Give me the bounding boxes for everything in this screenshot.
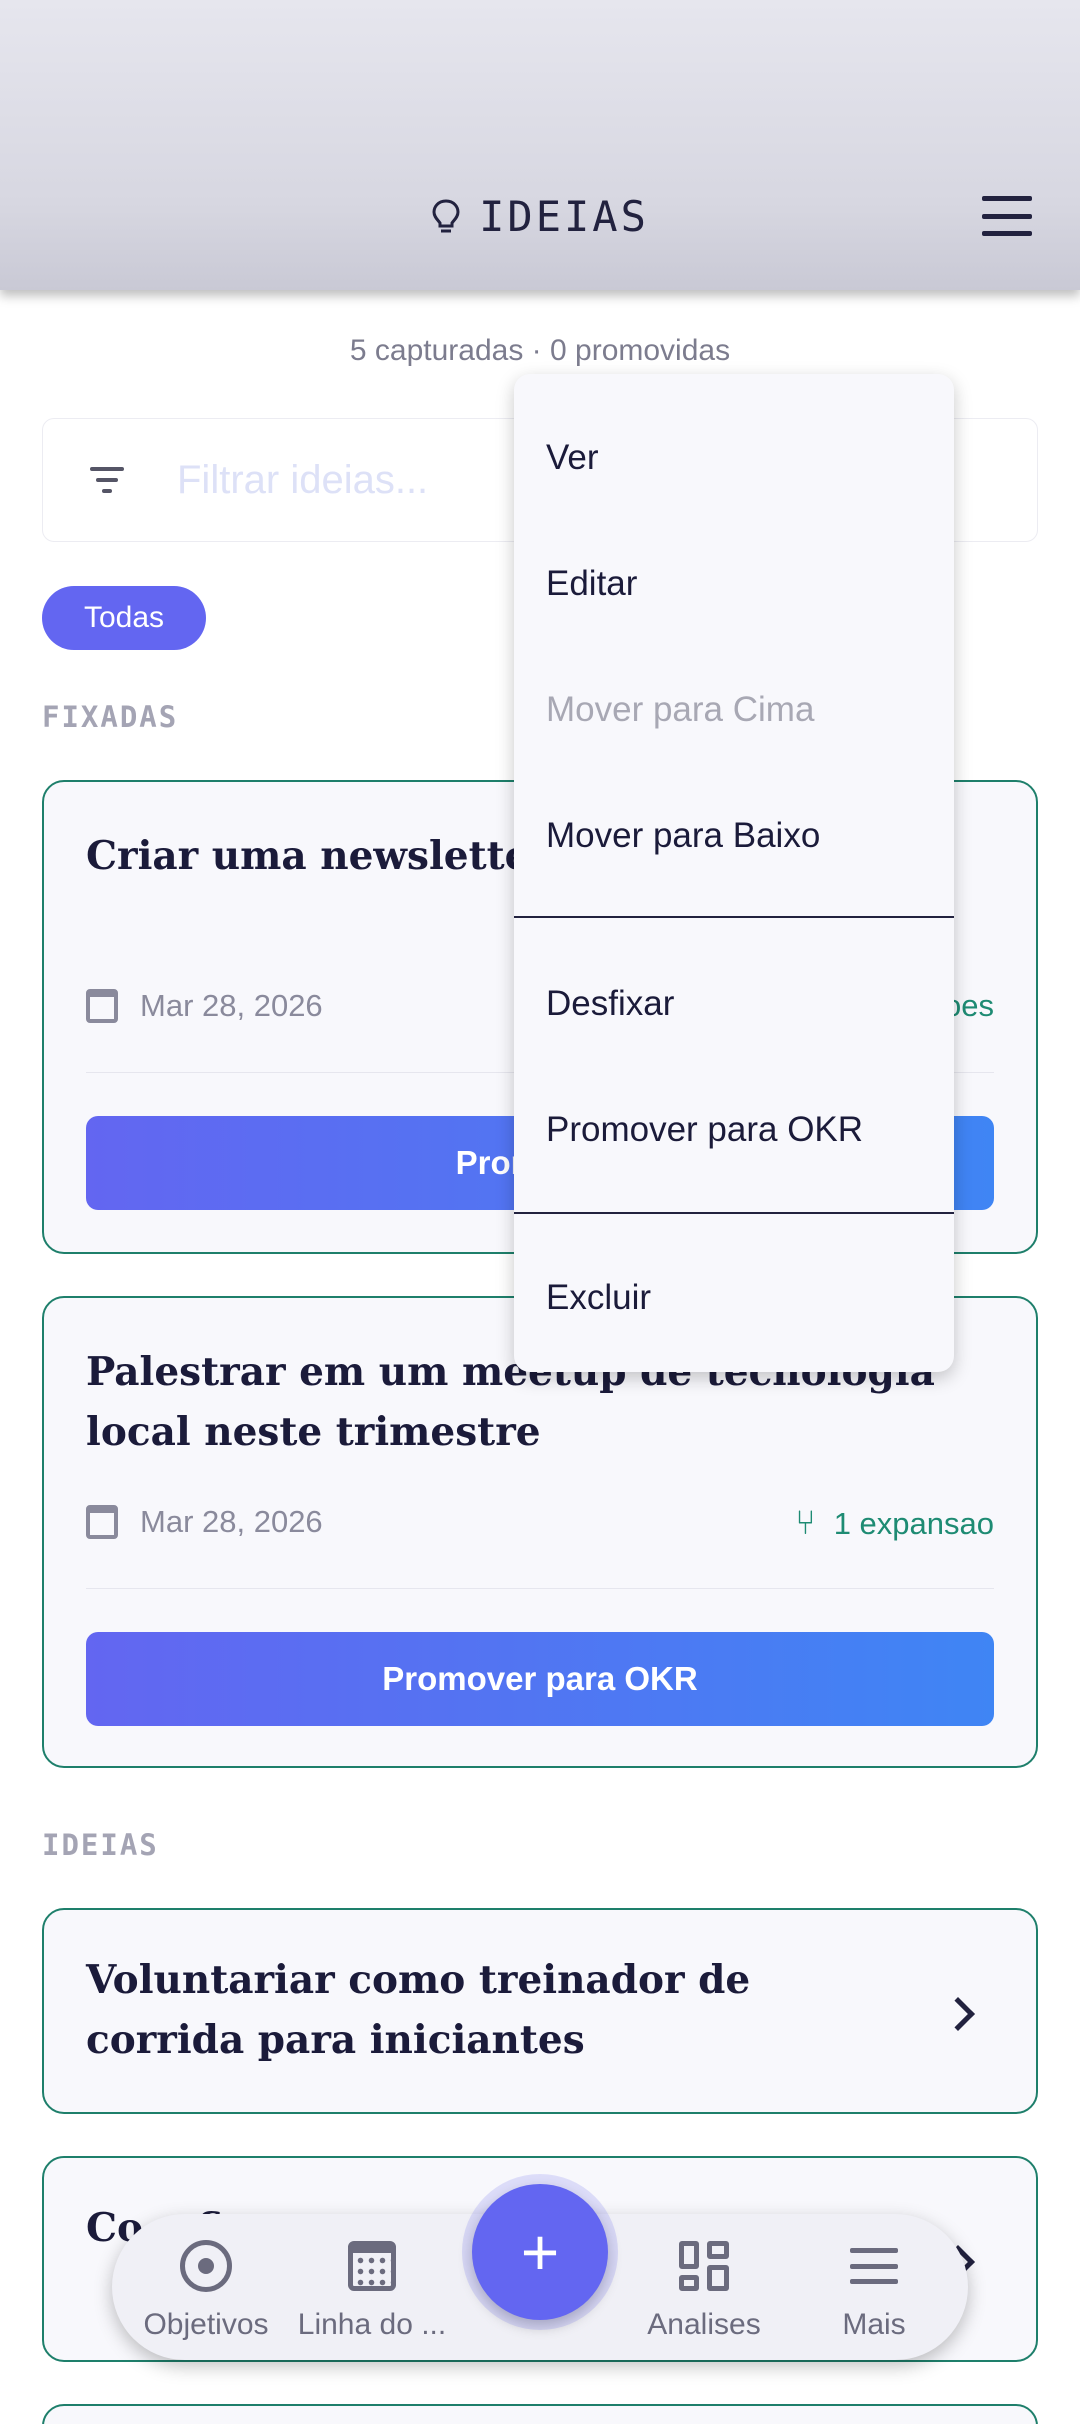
section-label-ideas: IDEIAS: [42, 1828, 159, 1862]
target-icon: [180, 2240, 232, 2292]
nav-label: Analises: [647, 2308, 761, 2341]
calendar-icon: [86, 1505, 118, 1539]
menu-item-mover-para-baixo[interactable]: Mover para Baixo: [546, 816, 820, 856]
menu-divider: [514, 1212, 954, 1214]
calendar-icon: [86, 989, 118, 1023]
app-header: IDEIAS: [0, 0, 1080, 290]
nav-label: Mais: [842, 2308, 906, 2341]
hamburger-menu-icon[interactable]: [982, 196, 1032, 236]
nav-label: Objetivos: [143, 2308, 269, 2341]
nav-mais[interactable]: Mais: [794, 2234, 954, 2342]
section-label-pinned: FIXADAS: [42, 700, 179, 734]
idea-list-item[interactable]: [42, 2404, 1038, 2424]
chevron-right-icon: [941, 1997, 975, 2031]
idea-date-text: Mar 28, 2026: [140, 1504, 323, 1539]
idea-expansions: ⑂ 1 expansao: [795, 1504, 994, 1543]
menu-item-promover-para-okr[interactable]: Promover para OKR: [546, 1110, 863, 1150]
idea-date: Mar 28, 2026: [86, 988, 323, 1024]
idea-title: Voluntariar como treinador de corrida pa…: [86, 1957, 751, 2063]
divider: [86, 1588, 994, 1589]
menu-item-editar[interactable]: Editar: [546, 564, 637, 604]
promote-okr-button[interactable]: Promover para OKR: [86, 1632, 994, 1726]
dashboard-icon: [679, 2241, 729, 2291]
context-menu: Ver Editar Mover para Cima Mover para Ba…: [514, 374, 954, 1372]
idea-expansions-text: 1 expansao: [833, 1505, 994, 1541]
add-idea-button[interactable]: +: [472, 2184, 608, 2320]
filter-placeholder: Filtrar ideias...: [177, 457, 429, 502]
idea-date-text: Mar 28, 2026: [140, 988, 323, 1023]
stats-summary: 5 capturadas · 0 promovidas: [349, 334, 731, 367]
menu-item-desfixar[interactable]: Desfixar: [546, 984, 674, 1024]
menu-item-excluir[interactable]: Excluir: [546, 1278, 651, 1318]
nav-analises[interactable]: Analises: [624, 2234, 784, 2342]
nav-label: Linha do ...: [297, 2308, 447, 2341]
page-title: IDEIAS: [479, 192, 649, 241]
menu-item-mover-para-cima: Mover para Cima: [546, 690, 815, 729]
filter-icon: [89, 467, 125, 493]
calendar-icon: [348, 2241, 396, 2291]
idea-date: Mar 28, 2026: [86, 1504, 323, 1540]
nav-linha-do-tempo[interactable]: Linha do ...: [292, 2234, 452, 2342]
chip-todas[interactable]: Todas: [42, 586, 207, 650]
lightbulb-icon: [432, 198, 460, 232]
menu-icon: [850, 2248, 898, 2284]
nav-objetivos[interactable]: Objetivos: [126, 2234, 286, 2342]
menu-item-ver[interactable]: Ver: [546, 438, 599, 478]
header-title: IDEIAS: [0, 192, 1080, 241]
menu-divider: [514, 916, 954, 918]
idea-list-item[interactable]: Voluntariar como treinador de corrida pa…: [42, 1908, 1038, 2114]
branch-icon: ⑂: [795, 1504, 816, 1542]
